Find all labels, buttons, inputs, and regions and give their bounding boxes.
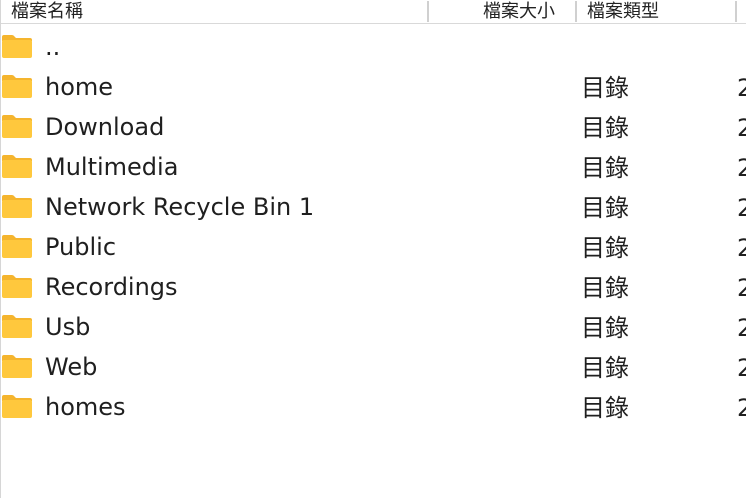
file-row[interactable]: Multimedia 目錄 2 — [1, 147, 746, 187]
folder-icon — [2, 315, 32, 338]
file-type: 目錄 — [581, 354, 629, 382]
folder-icon — [2, 195, 32, 218]
file-name: Web — [45, 353, 98, 381]
file-row[interactable]: .. — [1, 27, 746, 67]
column-header-size[interactable]: 檔案大小 — [429, 0, 577, 24]
file-name: Usb — [45, 313, 91, 341]
file-type: 目錄 — [581, 154, 629, 182]
file-name: home — [45, 73, 114, 101]
column-header-type[interactable]: 檔案類型 — [577, 0, 737, 24]
column-header-date[interactable] — [737, 0, 746, 24]
file-row[interactable]: Public 目錄 2 — [1, 227, 746, 267]
file-type: 目錄 — [581, 114, 629, 142]
file-date: 2 — [737, 68, 746, 108]
file-date: 2 — [737, 228, 746, 268]
file-row[interactable]: Web 目錄 2 — [1, 347, 746, 387]
column-header-name[interactable]: 檔案名稱 — [1, 0, 429, 24]
file-name: .. — [45, 33, 61, 61]
file-list: .. home 目錄 2 Download 目錄 2 — [1, 27, 746, 427]
file-name: Download — [45, 113, 165, 141]
file-row[interactable]: Recordings 目錄 2 — [1, 267, 746, 307]
file-date: 2 — [737, 348, 746, 388]
file-type: 目錄 — [581, 194, 629, 222]
file-row[interactable]: homes 目錄 2 — [1, 387, 746, 427]
file-date: 2 — [737, 268, 746, 308]
file-date: 2 — [737, 308, 746, 348]
folder-icon — [2, 275, 32, 298]
file-name: homes — [45, 393, 126, 421]
file-date: 2 — [737, 388, 746, 428]
file-name: Public — [45, 233, 117, 261]
file-row[interactable]: Download 目錄 2 — [1, 107, 746, 147]
folder-icon — [2, 355, 32, 378]
folder-icon — [2, 115, 32, 138]
folder-icon — [2, 395, 32, 418]
file-row[interactable]: home 目錄 2 — [1, 67, 746, 107]
file-date: 2 — [737, 108, 746, 148]
folder-icon — [2, 75, 32, 98]
folder-icon — [2, 35, 32, 58]
file-date: 2 — [737, 148, 746, 188]
file-type: 目錄 — [581, 394, 629, 422]
file-list-pane: 檔案名稱 檔案大小 檔案類型 .. home 目錄 2 — [0, 0, 746, 498]
file-name: Multimedia — [45, 153, 179, 181]
file-row[interactable]: Network Recycle Bin 1 目錄 2 — [1, 187, 746, 227]
file-type: 目錄 — [581, 314, 629, 342]
file-type: 目錄 — [581, 234, 629, 262]
file-type: 目錄 — [581, 274, 629, 302]
folder-icon — [2, 155, 32, 178]
file-row[interactable]: Usb 目錄 2 — [1, 307, 746, 347]
file-list-header: 檔案名稱 檔案大小 檔案類型 — [1, 0, 746, 24]
folder-icon — [2, 235, 32, 258]
file-name: Recordings — [45, 273, 178, 301]
file-date: 2 — [737, 188, 746, 228]
file-name: Network Recycle Bin 1 — [45, 193, 315, 221]
file-type: 目錄 — [581, 74, 629, 102]
